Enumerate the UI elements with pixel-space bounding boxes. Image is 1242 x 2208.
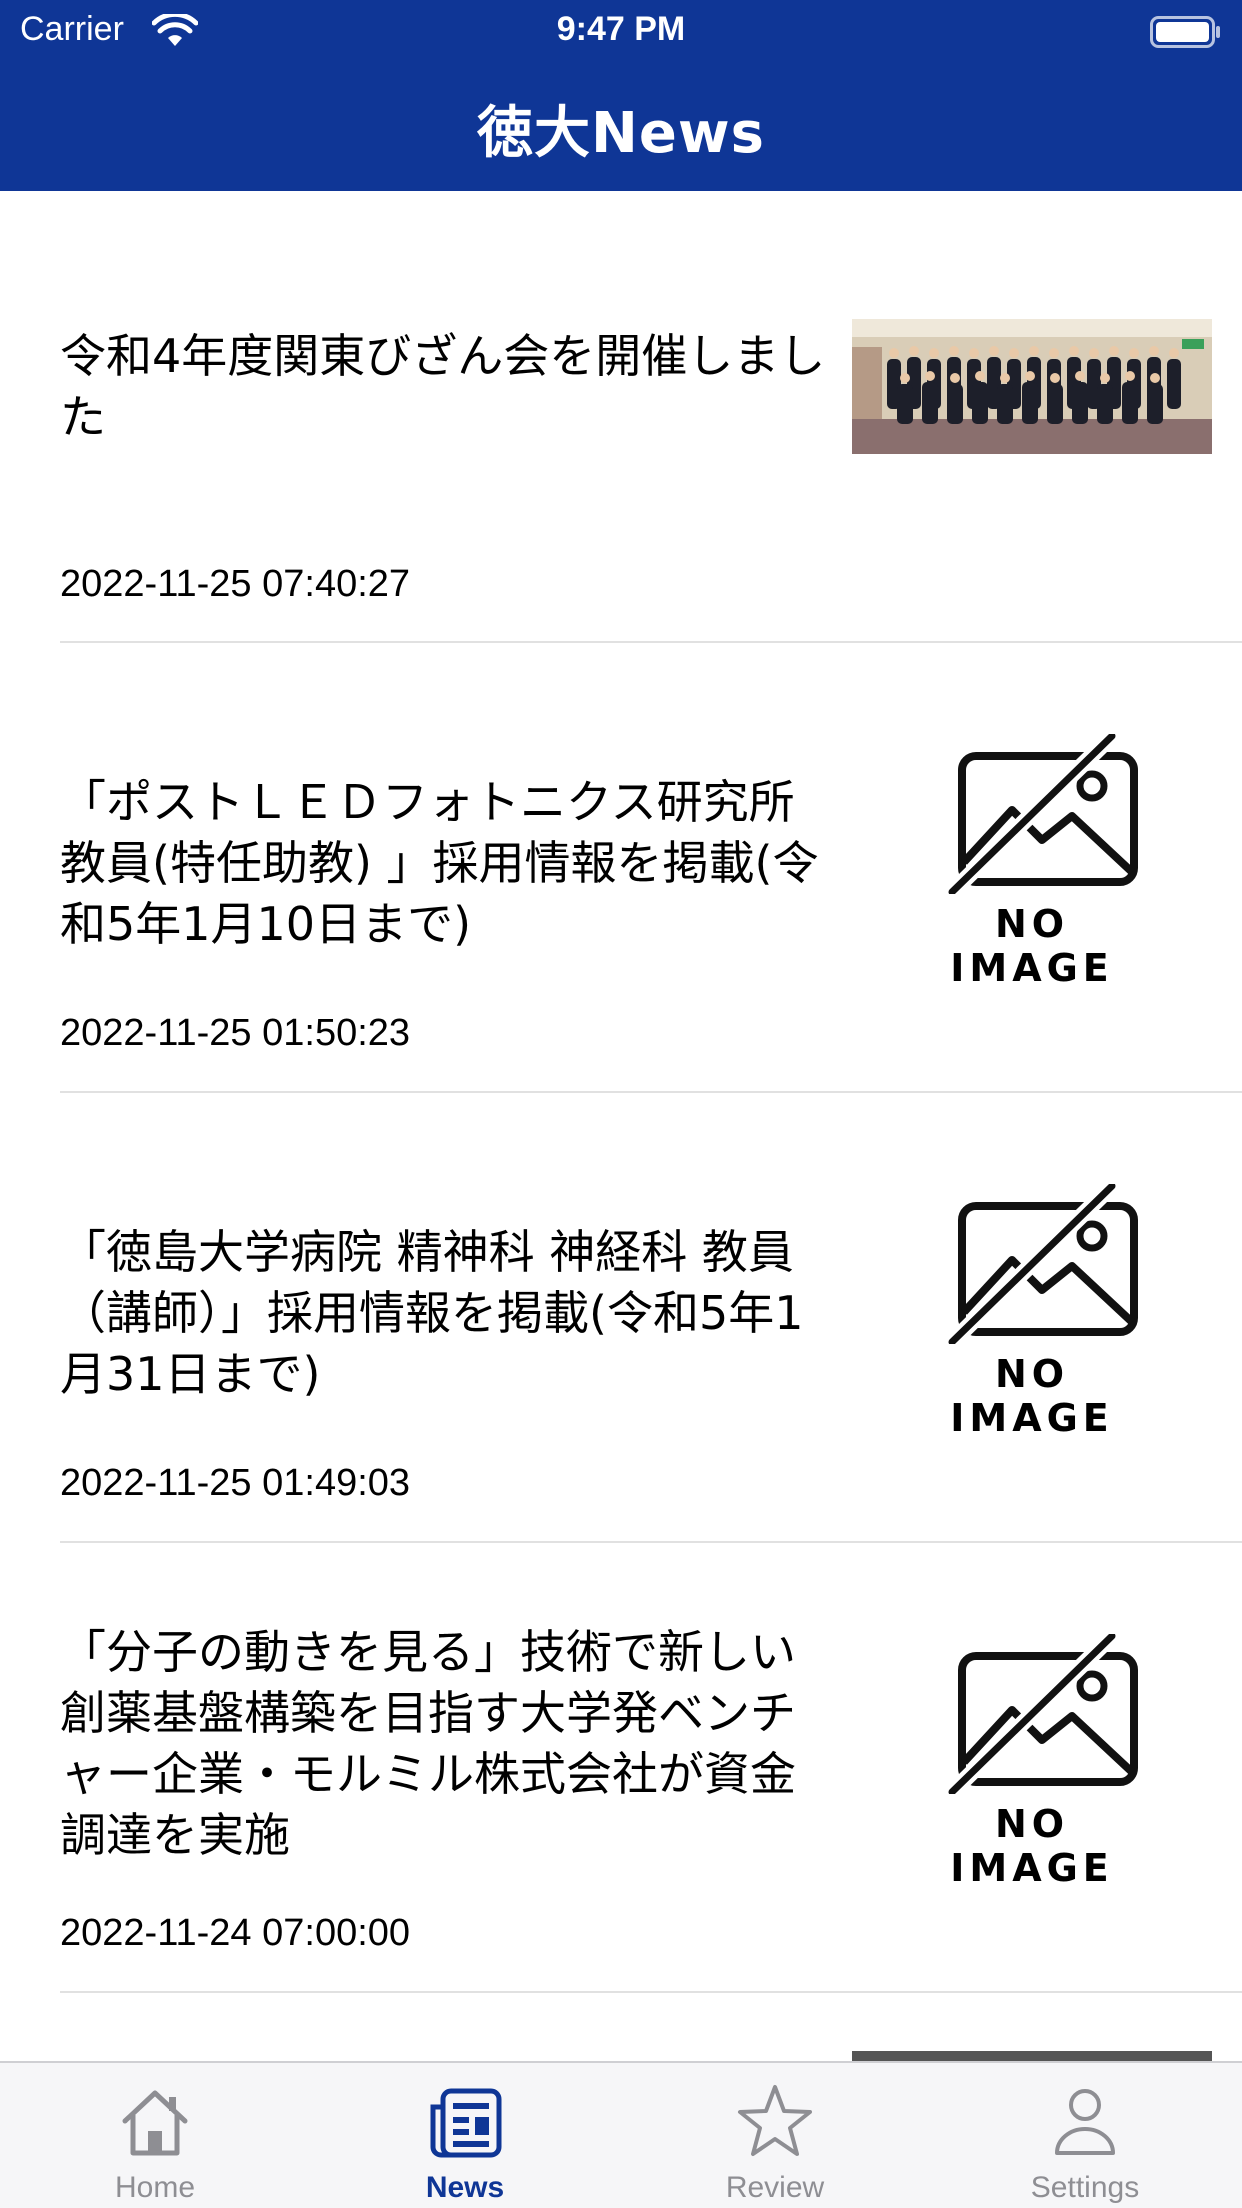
image-placeholder-icon — [946, 1630, 1138, 1798]
news-title: 「徳島大学病院 精神科 神経科 教員（講師）」採用情報を掲載(令和5年1月31日… — [60, 1225, 804, 1401]
news-thumbnail-photo — [852, 319, 1212, 454]
news-date: 2022-11-25 01:50:23 — [60, 1012, 411, 1054]
news-title: 「ポストＬＥＤフォトニクス研究所 教員(特任助教) 」採用情報を掲載(令和5年1… — [60, 775, 819, 951]
news-date: 2022-11-25 01:49:03 — [60, 1462, 411, 1504]
person-icon — [1055, 2089, 1115, 2155]
news-item[interactable]: 「徳島大学病院 精神科 神経科 教員（講師）」採用情報を掲載(令和5年1月31日… — [0, 1092, 1242, 1543]
news-list[interactable]: 令和4年度関東びざん会を開催しました 2022-11-25 07:40:27 「… — [0, 191, 1242, 2061]
no-image-placeholder: NO IMAGE — [912, 730, 1152, 990]
tab-label: Home — [114, 2171, 196, 2204]
newspaper-icon — [430, 2088, 502, 2158]
tab-label: News — [425, 2171, 505, 2204]
no-image-label: NO IMAGE — [950, 1352, 1114, 1440]
tab-label: Review — [725, 2171, 825, 2204]
battery-icon — [1150, 16, 1220, 48]
row-divider — [60, 1991, 1242, 1993]
no-image-label: NO IMAGE — [950, 902, 1114, 990]
tab-bar: Home News Review Settings — [0, 2061, 1242, 2208]
house-icon — [122, 2090, 188, 2156]
news-date: 2022-11-25 07:40:27 — [60, 563, 411, 605]
news-item[interactable]: 「分子の動きを見る」技術で新しい創薬基盤構築を目指す大学発ベンチャー企業・モルミ… — [0, 1542, 1242, 1993]
no-image-label: NO IMAGE — [950, 1802, 1114, 1890]
news-item[interactable]: 令和4年度関東びざん会を開催しました 2022-11-25 07:40:27 — [0, 191, 1242, 643]
tab-news[interactable]: News — [310, 2063, 620, 2208]
tab-home[interactable]: Home — [0, 2063, 310, 2208]
news-item[interactable]: 「ポストＬＥＤフォトニクス研究所 教員(特任助教) 」採用情報を掲載(令和5年1… — [0, 642, 1242, 1093]
status-bar: Carrier 9:47 PM — [0, 0, 1242, 62]
no-image-placeholder: NO IMAGE — [912, 1630, 1152, 1890]
status-time: 9:47 PM — [556, 10, 686, 48]
tab-review[interactable]: Review — [620, 2063, 930, 2208]
no-image-placeholder: NO IMAGE — [912, 1180, 1152, 1440]
star-icon — [738, 2085, 812, 2156]
news-thumbnail-partial — [852, 2051, 1212, 2061]
page-title: 徳大News — [477, 101, 765, 166]
tab-settings[interactable]: Settings — [930, 2063, 1240, 2208]
image-placeholder-icon — [946, 730, 1138, 898]
news-title: 「分子の動きを見る」技術で新しい創薬基盤構築を目指す大学発ベンチャー企業・モルミ… — [60, 1625, 796, 1862]
image-placeholder-icon — [946, 1180, 1138, 1348]
news-date: 2022-11-24 07:00:00 — [60, 1912, 411, 1954]
news-title: 令和4年度関東びざん会を開催しました — [60, 329, 826, 444]
navigation-header: Carrier 9:47 PM 徳大News — [0, 0, 1242, 191]
tab-label: Settings — [1030, 2171, 1140, 2204]
